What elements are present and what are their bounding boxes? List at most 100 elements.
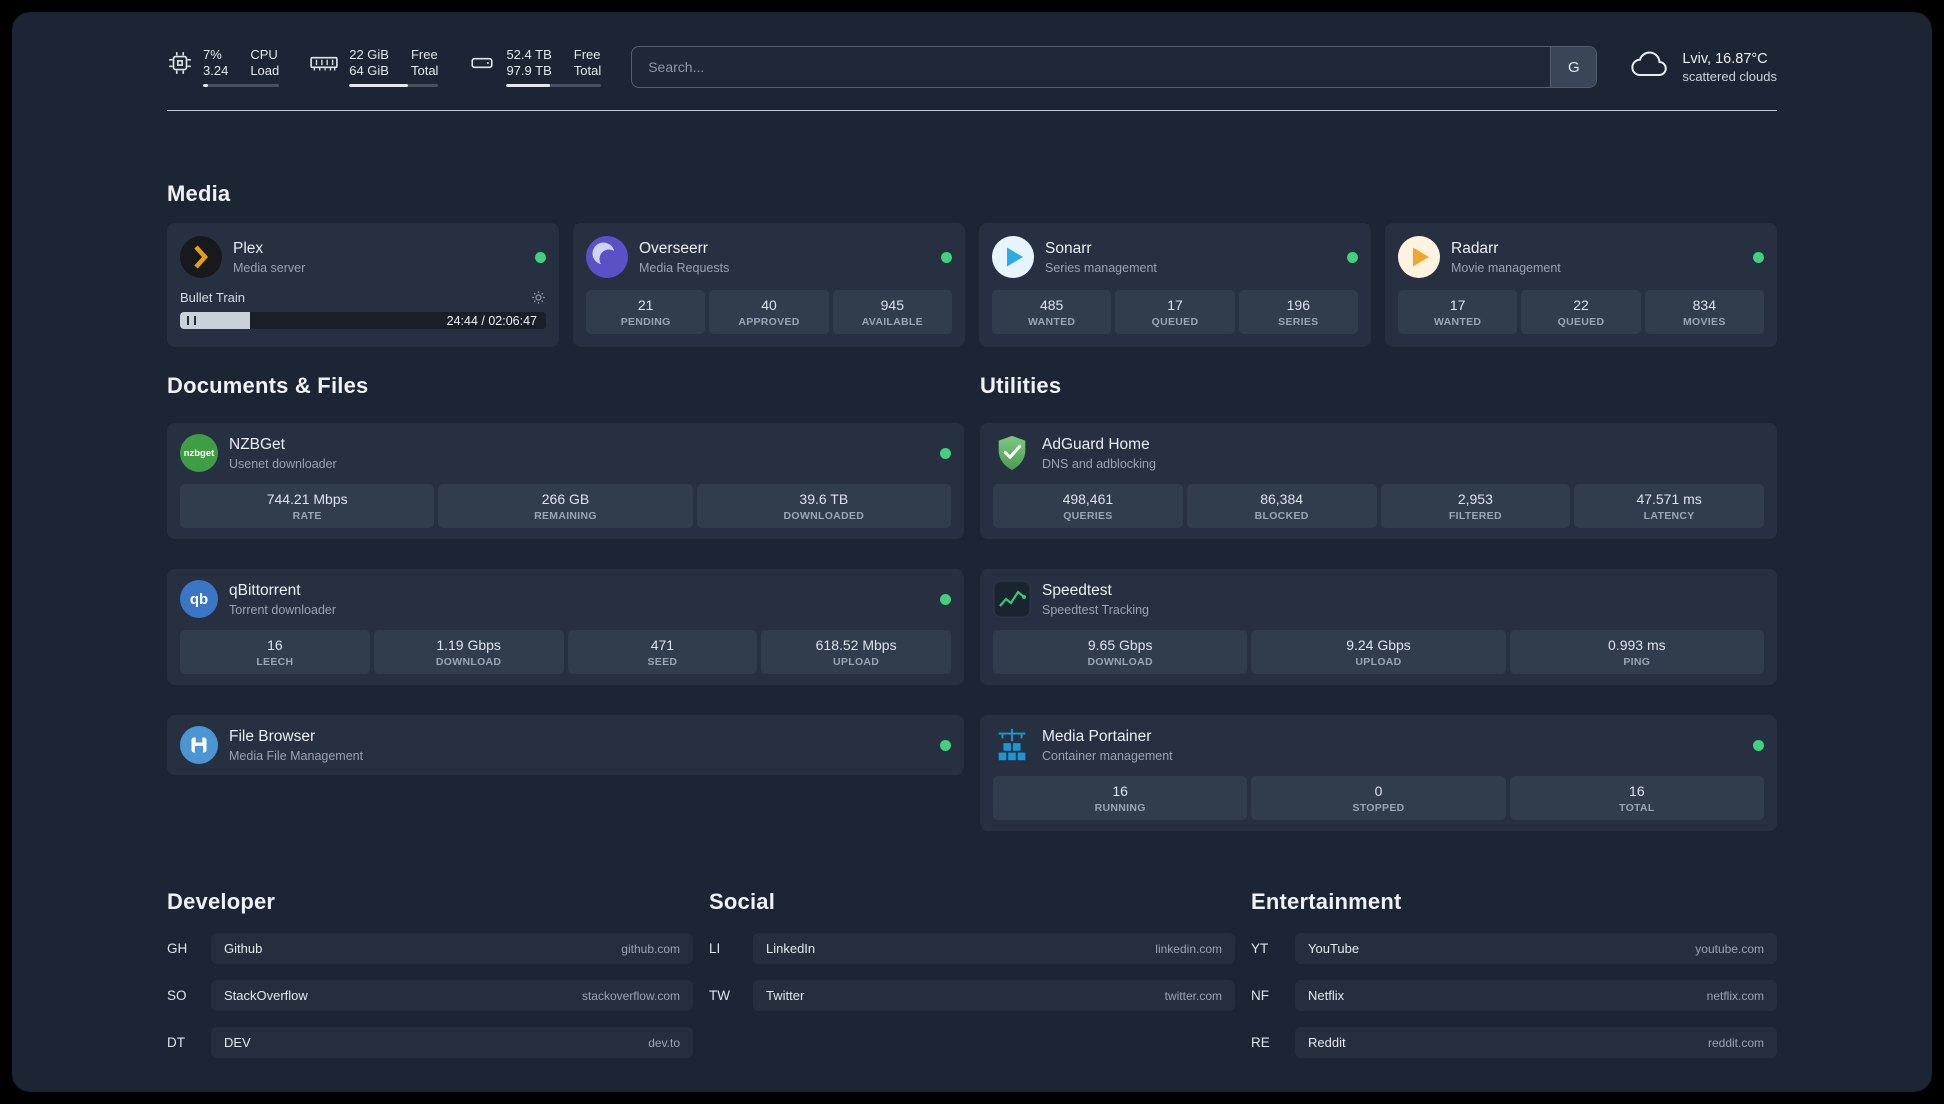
stat-filtered: 2,953 FILTERED <box>1380 484 1571 528</box>
top-bar: 7% CPU 3.24 Load 22 GiB Free 64 GiB Tota… <box>167 12 1777 88</box>
section-title-utilities: Utilities <box>980 373 1062 398</box>
service-name: NZBGet <box>229 435 285 453</box>
service-card-overseerr[interactable]: Overseerr Media Requests 21 PENDING 40 A… <box>573 223 965 347</box>
service-card-portainer[interactable]: Media Portainer Container management 16 … <box>980 715 1777 831</box>
service-description: Media Requests <box>639 260 730 275</box>
memory-widget: 22 GiB Free 64 GiB Total <box>309 47 439 87</box>
bookmark-github[interactable]: GH Github github.com <box>167 933 693 964</box>
cloud-icon <box>1627 48 1671 87</box>
nzbget-icon: nzbget <box>180 434 218 472</box>
weather-location: Lviv, 16.87°C <box>1682 50 1768 67</box>
now-playing-widget: Bullet Train 24:44 / 02:06:47 <box>180 290 546 329</box>
section-title-entertainment: Entertainment <box>1251 889 1402 914</box>
qbittorrent-icon: qb <box>180 580 218 618</box>
bookmark-reddit[interactable]: RE Reddit reddit.com <box>1251 1027 1777 1058</box>
service-card-filebrowser[interactable]: File Browser Media File Management <box>167 715 964 775</box>
search-input[interactable] <box>632 47 1551 87</box>
stat-blocked: 86,384 BLOCKED <box>1186 484 1377 528</box>
stat-queued: 22 QUEUED <box>1521 290 1641 334</box>
sonarr-icon <box>992 236 1034 278</box>
bookmark-youtube[interactable]: YT YouTube youtube.com <box>1251 933 1777 964</box>
cpu-load-label: Load <box>250 63 280 78</box>
disk-total-value: 97.9 TB <box>506 63 552 78</box>
disk-free-value: 52.4 TB <box>506 47 552 62</box>
gear-icon[interactable] <box>531 290 546 305</box>
service-description: Media server <box>233 260 306 275</box>
bookmark-abbr: RE <box>1251 1035 1270 1050</box>
disk-icon <box>468 47 496 76</box>
disk-total-label: Total <box>573 63 602 78</box>
section-title-documents: Documents & Files <box>167 373 369 398</box>
stat-available: 945 AVAILABLE <box>832 290 952 334</box>
speedtest-icon <box>993 580 1031 618</box>
status-dot <box>940 739 951 751</box>
radarr-icon <box>1398 236 1440 278</box>
playback-progress-bar[interactable]: 24:44 / 02:06:47 <box>180 312 546 329</box>
portainer-icon <box>993 726 1031 764</box>
service-name: Radarr <box>1451 239 1499 257</box>
memory-total-value: 64 GiB <box>349 63 389 78</box>
stat-remaining: 266 GB REMAINING <box>438 484 693 528</box>
status-dot <box>940 447 951 459</box>
cpu-usage-value: 7% <box>203 47 222 62</box>
status-dot <box>1753 739 1764 751</box>
bookmark-netflix[interactable]: NF Netflix netflix.com <box>1251 980 1777 1011</box>
stat-movies: 834 MOVIES <box>1644 290 1764 334</box>
service-name: File Browser <box>229 727 316 745</box>
stat-rate: 744.21 Mbps RATE <box>180 484 435 528</box>
service-card-nzbget[interactable]: nzbget NZBGet Usenet downloader 744.21 M… <box>167 423 964 539</box>
bookmark-abbr: LI <box>709 941 721 956</box>
stat-running: 16 RUNNING <box>993 776 1248 820</box>
pause-icon[interactable] <box>187 316 196 325</box>
playback-time: 24:44 / 02:06:47 <box>446 314 537 328</box>
search-provider-button[interactable]: G <box>1550 47 1597 87</box>
weather-widget: Lviv, 16.87°C scattered clouds <box>1627 48 1777 87</box>
service-name: qBittorrent <box>229 581 301 599</box>
service-name: Speedtest <box>1042 581 1112 599</box>
stat-ping: 0.993 ms PING <box>1509 630 1764 674</box>
stat-wanted: 17 WANTED <box>1398 290 1518 334</box>
memory-free-label: Free <box>410 47 438 62</box>
bookmark-group-social: Social LI LinkedIn linkedin.com TW Twitt… <box>709 889 1235 1058</box>
bookmark-linkedin[interactable]: LI LinkedIn linkedin.com <box>709 933 1235 964</box>
stat-queued: 17 QUEUED <box>1115 290 1235 334</box>
status-dot <box>535 251 546 263</box>
service-name: AdGuard Home <box>1042 435 1150 453</box>
bookmark-abbr: YT <box>1251 941 1269 956</box>
bookmark-dev[interactable]: DT DEV dev.to <box>167 1027 693 1058</box>
service-description: Media File Management <box>229 748 364 763</box>
now-playing-title: Bullet Train <box>180 290 246 305</box>
cpu-widget: 7% CPU 3.24 Load <box>167 47 280 87</box>
stat-download: 9.65 Gbps DOWNLOAD <box>993 630 1248 674</box>
service-card-speedtest[interactable]: Speedtest Speedtest Tracking 9.65 Gbps D… <box>980 569 1777 685</box>
memory-total-label: Total <box>410 63 439 78</box>
service-name: Media Portainer <box>1042 727 1152 745</box>
service-card-qbittorrent[interactable]: qb qBittorrent Torrent downloader 16 LEE… <box>167 569 964 685</box>
bookmark-abbr: DT <box>167 1035 185 1050</box>
service-card-radarr[interactable]: Radarr Movie management 17 WANTED 22 QUE… <box>1385 223 1777 347</box>
service-card-sonarr[interactable]: Sonarr Series management 485 WANTED 17 Q… <box>979 223 1371 347</box>
bookmark-stackoverflow[interactable]: SO StackOverflow stackoverflow.com <box>167 980 693 1011</box>
service-name: Plex <box>233 239 264 257</box>
stat-seed: 471 SEED <box>567 630 758 674</box>
service-description: Series management <box>1045 260 1157 275</box>
service-name: Sonarr <box>1045 239 1092 257</box>
stat-series: 196 SERIES <box>1238 290 1358 334</box>
service-card-plex[interactable]: Plex Media server Bullet Train 24:44 / 0… <box>167 223 559 347</box>
filebrowser-icon <box>180 726 218 764</box>
cpu-label: CPU <box>250 47 278 62</box>
cpu-usage-bar <box>203 84 280 87</box>
service-card-adguard[interactable]: AdGuard Home DNS and adblocking 498,461 … <box>980 423 1777 539</box>
bookmark-abbr: TW <box>709 988 730 1003</box>
stat-download: 1.19 Gbps DOWNLOAD <box>373 630 564 674</box>
stat-pending: 21 PENDING <box>586 290 706 334</box>
search-bar: G <box>631 46 1598 88</box>
overseerr-icon <box>586 236 628 278</box>
disk-usage-bar <box>506 84 602 87</box>
memory-icon <box>309 47 339 76</box>
stat-approved: 40 APPROVED <box>709 290 829 334</box>
service-description: Container management <box>1042 748 1173 763</box>
bookmark-twitter[interactable]: TW Twitter twitter.com <box>709 980 1235 1011</box>
service-description: Usenet downloader <box>229 456 337 471</box>
stat-leech: 16 LEECH <box>180 630 370 674</box>
